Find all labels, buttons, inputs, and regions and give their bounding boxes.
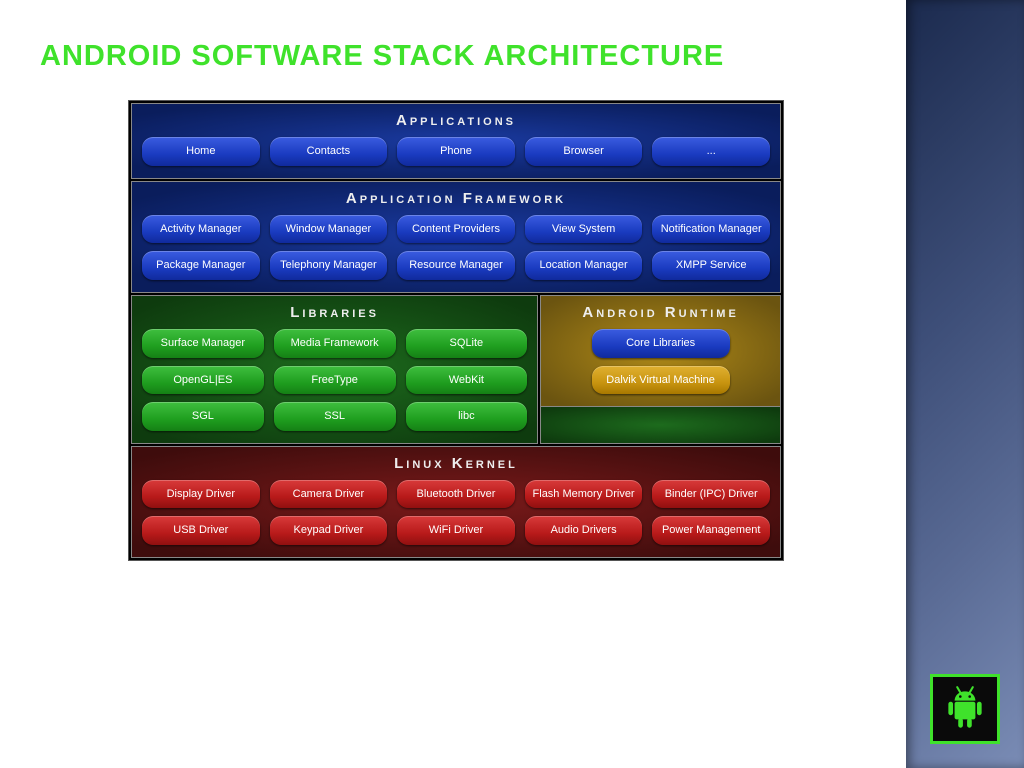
lib-libc: libc bbox=[406, 402, 528, 431]
lib-sqlite: SQLite bbox=[406, 329, 528, 358]
fw-view-system: View System bbox=[525, 215, 643, 244]
lib-sgl: SGL bbox=[142, 402, 264, 431]
slide: ANDROID SOFTWARE STACK ARCHITECTURE Appl… bbox=[0, 0, 1024, 768]
android-logo bbox=[930, 674, 1000, 744]
lib-freetype: FreeType bbox=[274, 366, 396, 395]
lib-opengl-es: OpenGL|ES bbox=[142, 366, 264, 395]
android-icon bbox=[939, 683, 991, 735]
architecture-diagram: Applications Home Contacts Phone Browser… bbox=[128, 100, 784, 561]
fw-activity-manager: Activity Manager bbox=[142, 215, 260, 244]
sub-layer-runtime-column: Android Runtime Core Libraries Dalvik Vi… bbox=[540, 295, 781, 444]
slide-title: ANDROID SOFTWARE STACK ARCHITECTURE bbox=[40, 40, 724, 73]
layer-title-libraries: Libraries bbox=[142, 304, 527, 321]
kr-binder-ipc-driver: Binder (IPC) Driver bbox=[652, 480, 770, 509]
layer-applications: Applications Home Contacts Phone Browser… bbox=[131, 103, 781, 179]
app-phone: Phone bbox=[397, 137, 515, 166]
fw-window-manager: Window Manager bbox=[270, 215, 388, 244]
layer-title-framework: Application Framework bbox=[142, 190, 770, 207]
layer-title-runtime: Android Runtime bbox=[551, 304, 770, 321]
kr-camera-driver: Camera Driver bbox=[270, 480, 388, 509]
decorative-right-bar bbox=[906, 0, 1024, 768]
kr-usb-driver: USB Driver bbox=[142, 516, 260, 545]
layer-title-kernel: Linux Kernel bbox=[142, 455, 770, 472]
app-more: ... bbox=[652, 137, 770, 166]
lib-webkit: WebKit bbox=[406, 366, 528, 395]
layer-title-applications: Applications bbox=[142, 112, 770, 129]
fw-notification-manager: Notification Manager bbox=[652, 215, 770, 244]
lib-ssl: SSL bbox=[274, 402, 396, 431]
app-contacts: Contacts bbox=[270, 137, 388, 166]
fw-xmpp-service: XMPP Service bbox=[652, 251, 770, 280]
layer-kernel: Linux Kernel Display Driver Camera Drive… bbox=[131, 446, 781, 558]
fw-telephony-manager: Telephony Manager bbox=[270, 251, 388, 280]
app-browser: Browser bbox=[525, 137, 643, 166]
fw-package-manager: Package Manager bbox=[142, 251, 260, 280]
layer-framework: Application Framework Activity Manager W… bbox=[131, 181, 781, 293]
fw-resource-manager: Resource Manager bbox=[397, 251, 515, 280]
sub-layer-runtime: Android Runtime Core Libraries Dalvik Vi… bbox=[540, 295, 781, 407]
kr-keypad-driver: Keypad Driver bbox=[270, 516, 388, 545]
kr-audio-drivers: Audio Drivers bbox=[525, 516, 643, 545]
rt-core-libraries: Core Libraries bbox=[592, 329, 730, 358]
fw-location-manager: Location Manager bbox=[525, 251, 643, 280]
sub-layer-libraries: Libraries Surface Manager Media Framewor… bbox=[131, 295, 538, 444]
rt-dalvik-vm: Dalvik Virtual Machine bbox=[592, 366, 730, 395]
kr-flash-memory-driver: Flash Memory Driver bbox=[525, 480, 643, 509]
kr-display-driver: Display Driver bbox=[142, 480, 260, 509]
lib-surface-manager: Surface Manager bbox=[142, 329, 264, 358]
kr-wifi-driver: WiFi Driver bbox=[397, 516, 515, 545]
runtime-green-fill bbox=[540, 407, 781, 444]
kr-bluetooth-driver: Bluetooth Driver bbox=[397, 480, 515, 509]
kr-power-management: Power Management bbox=[652, 516, 770, 545]
fw-content-providers: Content Providers bbox=[397, 215, 515, 244]
lib-media-framework: Media Framework bbox=[274, 329, 396, 358]
layer-libraries-and-runtime: Libraries Surface Manager Media Framewor… bbox=[131, 295, 781, 444]
app-home: Home bbox=[142, 137, 260, 166]
